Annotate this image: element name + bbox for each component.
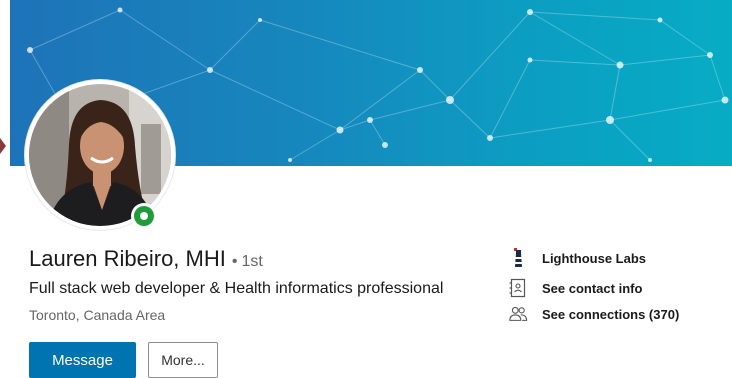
profile-name: Lauren Ribeiro, MHI: [29, 246, 226, 271]
profile-location: Toronto, Canada Area: [29, 307, 166, 323]
lighthouse-logo-icon: [508, 248, 528, 268]
people-icon: [508, 304, 528, 324]
contact-info-link[interactable]: See contact info: [508, 278, 642, 298]
contact-info-label: See contact info: [542, 280, 643, 296]
connections-label: See connections (370): [542, 306, 680, 322]
degree-separator: •: [231, 253, 238, 270]
online-status-badge: [131, 203, 157, 229]
company-link[interactable]: Lighthouse Labs: [508, 248, 646, 268]
page-edge-arrow: [0, 138, 6, 154]
company-name: Lighthouse Labs: [542, 250, 646, 266]
connections-link[interactable]: See connections (370): [508, 304, 679, 324]
connection-degree: 1st: [241, 253, 263, 270]
profile-headline: Full stack web developer & Health inform…: [29, 280, 444, 297]
profile-name-row: Lauren Ribeiro, MHI • 1st: [29, 246, 263, 272]
contact-card-icon: [508, 278, 528, 298]
more-button[interactable]: More...: [148, 342, 218, 378]
message-button[interactable]: Message: [29, 342, 136, 378]
